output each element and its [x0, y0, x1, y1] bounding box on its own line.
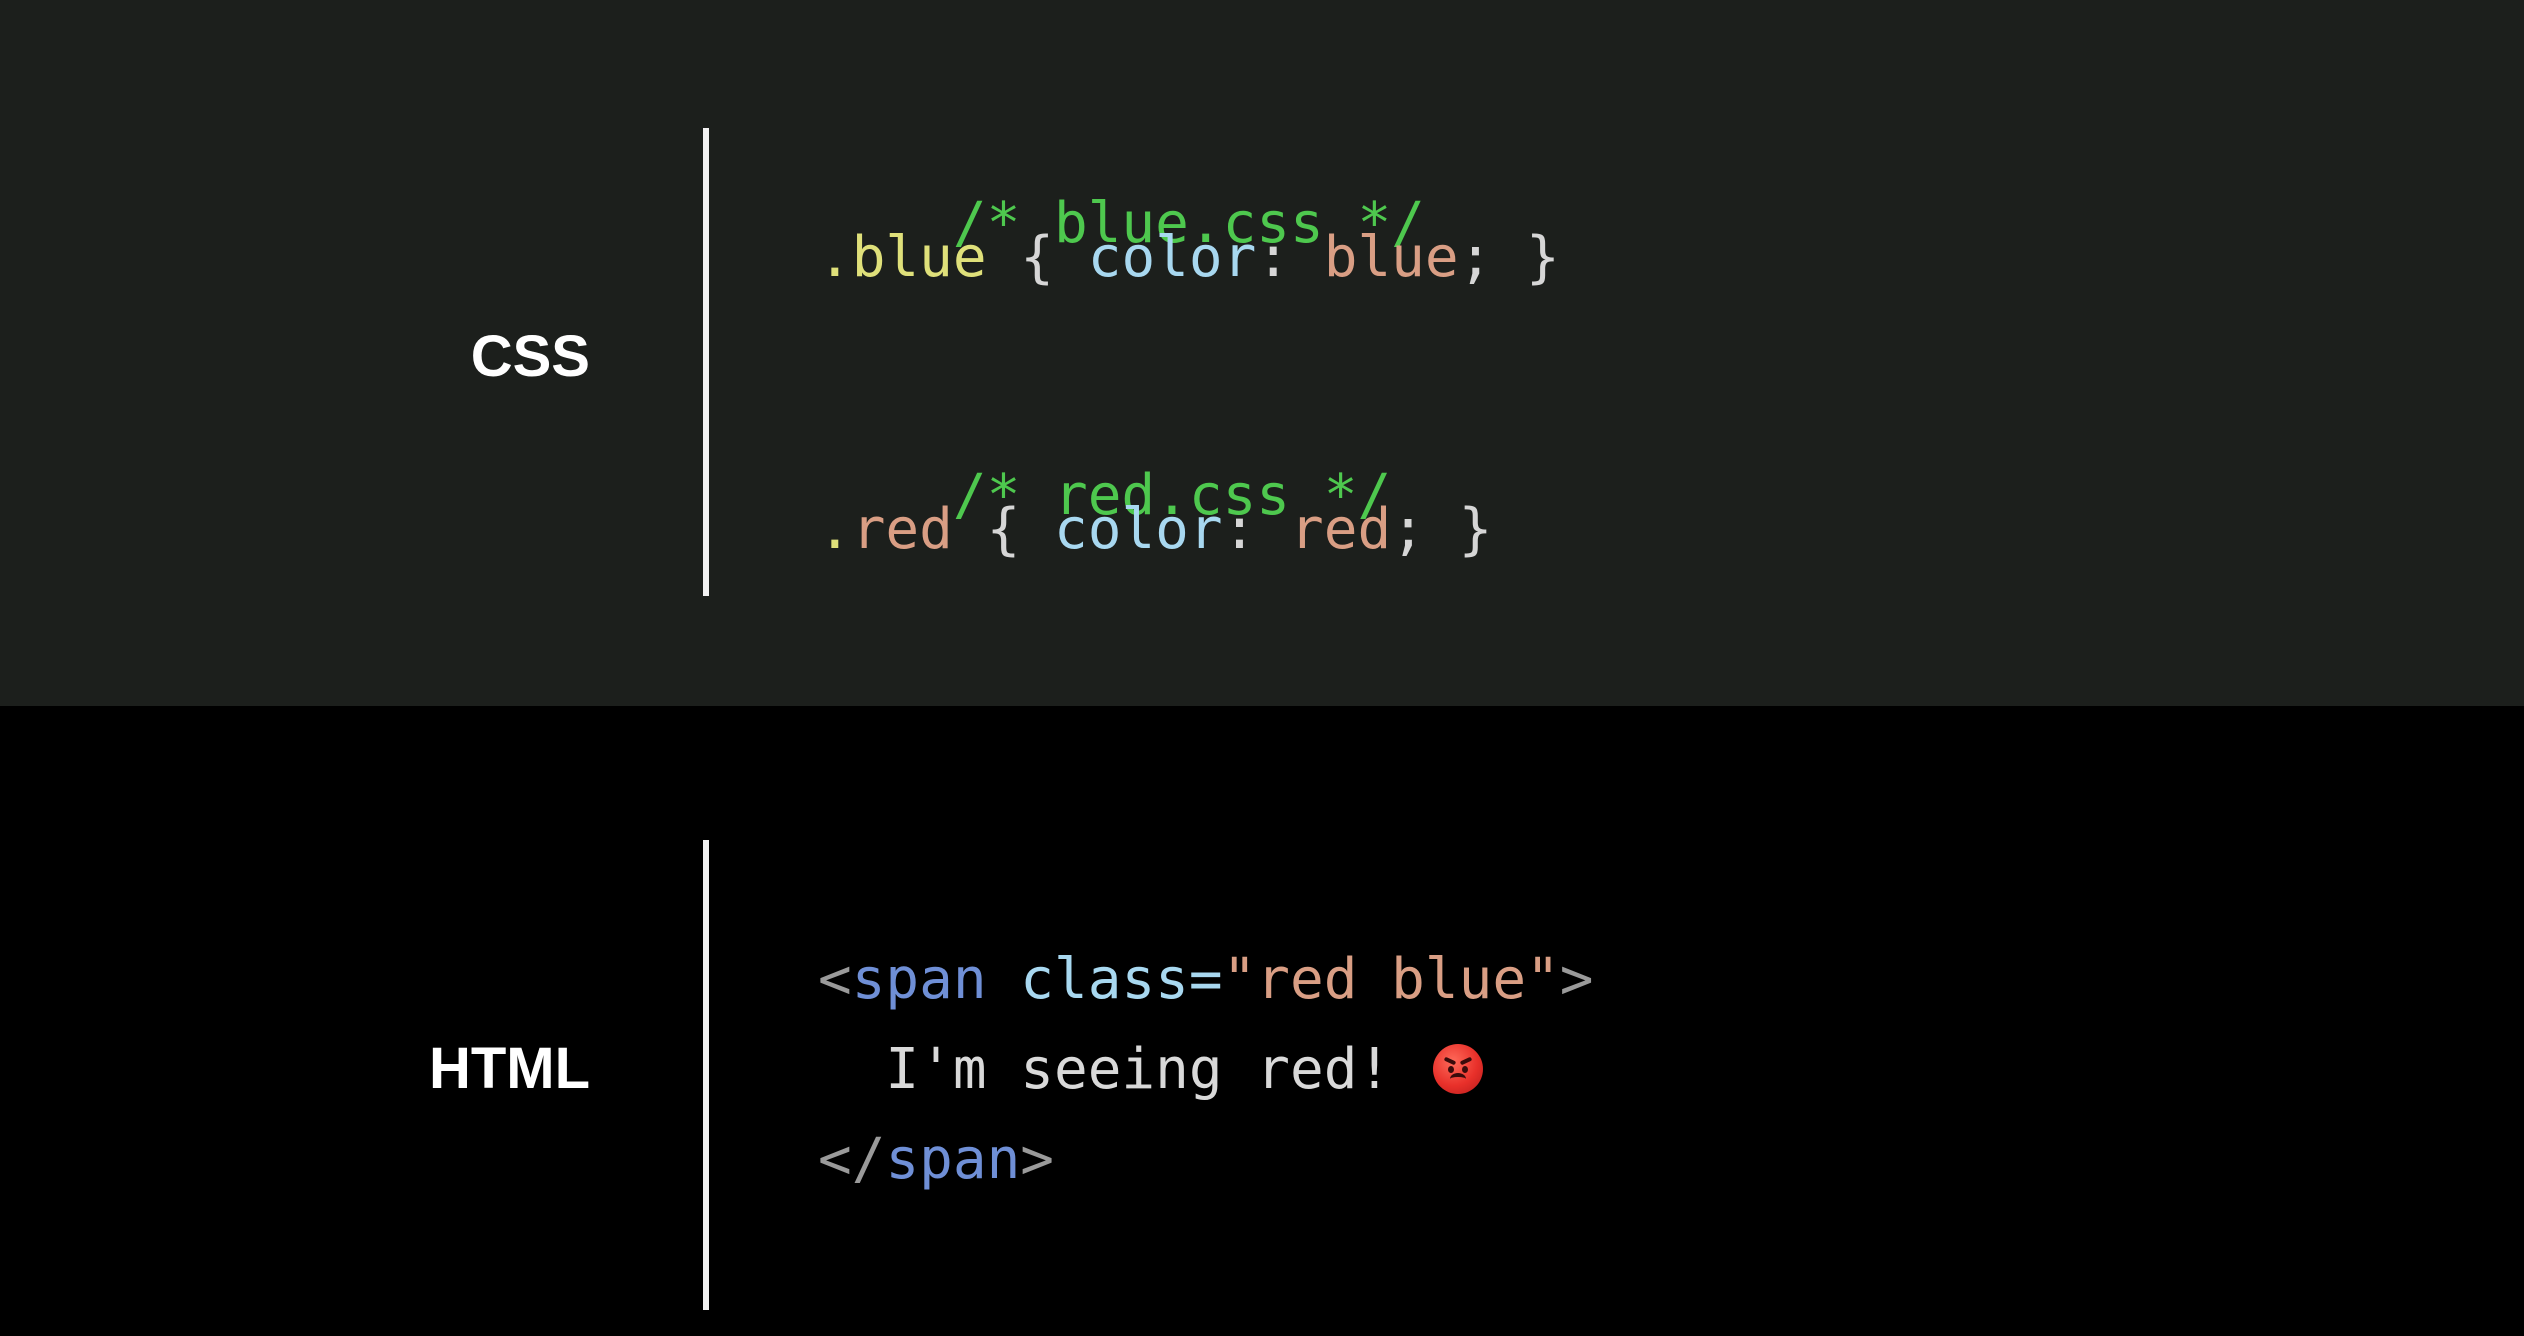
brace-open: {	[952, 497, 1055, 562]
tag-bracket-open: <	[818, 947, 852, 1012]
property-name: color	[1054, 497, 1223, 562]
tag-bracket-close: >	[1559, 947, 1594, 1012]
colon: :	[1222, 497, 1291, 562]
property-value: red	[1290, 497, 1392, 562]
attr-value: "red blue"	[1222, 947, 1560, 1012]
html-open-tag: <span class="red blue">	[818, 952, 1593, 1008]
tag-bracket-open: </	[818, 1127, 886, 1192]
tag-bracket-close: >	[1020, 1127, 1055, 1192]
span-text: I'm seeing red!	[818, 1037, 1425, 1102]
colon: :	[1256, 225, 1324, 290]
attr-name: class	[1020, 947, 1189, 1012]
brace-close: ; }	[1458, 225, 1560, 290]
selector-name: red	[851, 497, 953, 562]
tag-name: span	[885, 1127, 1021, 1192]
css-section-label: CSS	[470, 324, 590, 389]
selector-dot: .	[818, 225, 852, 290]
html-section-label: HTML	[428, 1036, 590, 1101]
brace-close: ; }	[1391, 497, 1493, 562]
brace-open: {	[986, 225, 1088, 290]
tag-space	[987, 947, 1021, 1012]
selector-name: blue	[851, 225, 987, 290]
html-text-content: I'm seeing red!	[818, 1042, 1483, 1098]
css-rule-red: .red { color: red; }	[818, 502, 1492, 558]
html-close-tag: </span>	[818, 1132, 1054, 1188]
tag-name: span	[851, 947, 987, 1012]
css-divider	[703, 128, 709, 596]
html-panel: HTML <span class="red blue"> I'm seeing …	[0, 706, 2524, 1336]
property-value: blue	[1323, 225, 1459, 290]
selector-dot: .	[818, 497, 852, 562]
property-name: color	[1087, 225, 1257, 290]
angry-face-icon	[1432, 1044, 1483, 1094]
css-rule-blue: .blue { color: blue; }	[818, 230, 1560, 286]
attr-equals: =	[1188, 947, 1223, 1012]
html-divider	[703, 840, 709, 1310]
css-panel: CSS /* blue.css */ .blue { color: blue; …	[0, 0, 2524, 706]
